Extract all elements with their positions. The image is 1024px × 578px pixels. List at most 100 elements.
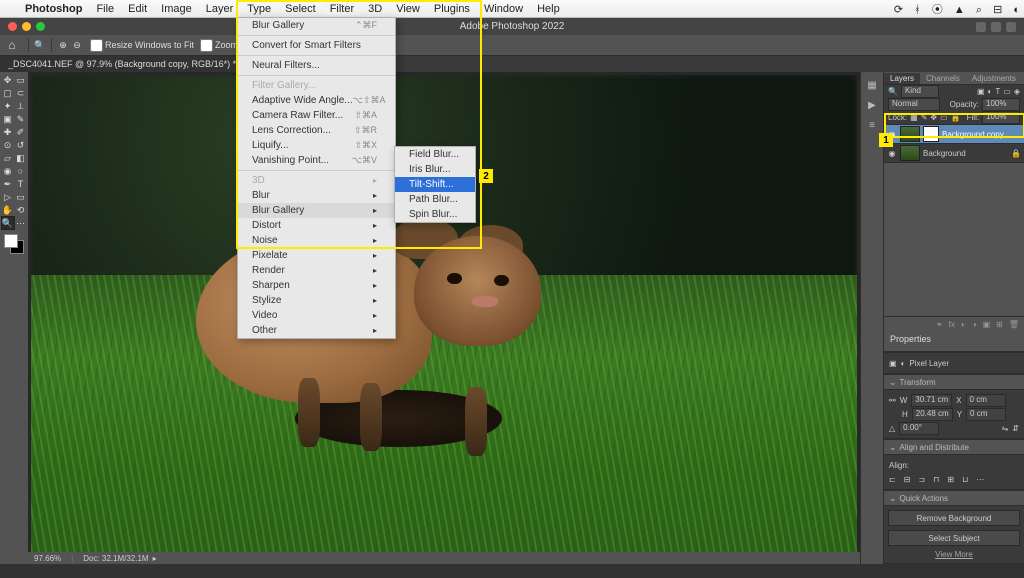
edit-toolbar[interactable]: ⋯	[15, 217, 27, 229]
mi-path-blur[interactable]: Path Blur...	[395, 192, 475, 207]
quick-actions-section[interactable]: Quick Actions	[884, 490, 1024, 505]
mi-video[interactable]: Video▸	[238, 308, 395, 323]
bluetooth-icon[interactable]: ᚼ	[910, 4, 925, 16]
group-icon[interactable]: ▣	[983, 320, 991, 329]
visibility-icon[interactable]: ◉	[887, 149, 897, 158]
resize-windows-checkbox[interactable]	[90, 39, 103, 52]
layer-thumb[interactable]	[900, 145, 920, 161]
statusbar-arrow-icon[interactable]: ▸	[153, 554, 157, 563]
mi-liquify[interactable]: Liquify...⇧⌘X	[238, 138, 395, 153]
document-tab[interactable]: _DSC4041.NEF @ 97.9% (Background copy, R…	[0, 56, 256, 72]
link-wh-icon[interactable]: ⚯	[889, 396, 896, 405]
close-window-button[interactable]	[8, 22, 17, 31]
transform-section[interactable]: Transform	[884, 374, 1024, 389]
wifi-icon[interactable]: ⦿	[928, 1, 947, 17]
layer-thumb[interactable]	[900, 126, 920, 142]
libraries-panel-icon[interactable]: ≡	[865, 118, 879, 132]
zoom-out-icon[interactable]: ⊖	[70, 40, 84, 51]
lock-pos-icon[interactable]: ✥	[930, 113, 937, 122]
volume-icon[interactable]: ▲	[950, 4, 969, 16]
filter-adj-icon[interactable]: ◐	[988, 87, 993, 96]
tab-channels[interactable]: Channels	[920, 73, 966, 84]
align-right-icon[interactable]: ⊐	[918, 475, 925, 484]
hand-tool[interactable]: ✋	[2, 204, 14, 216]
siri-icon[interactable]: ◐	[1009, 4, 1024, 16]
color-panel-icon[interactable]: ▦	[865, 78, 879, 92]
mi-vanishing-point[interactable]: Vanishing Point...⌥⌘V	[238, 153, 395, 168]
cloud-icon[interactable]	[976, 22, 986, 32]
layer-row-bg[interactable]: ◉ Background 🔒	[884, 144, 1024, 163]
rotate-tool[interactable]: ⟲	[15, 204, 27, 216]
lock-all-icon[interactable]: 🔒	[951, 113, 961, 122]
align-top-icon[interactable]: ⊓	[933, 475, 939, 484]
menu-plugins[interactable]: Plugins	[427, 3, 477, 15]
mi-neural[interactable]: Neural Filters...	[238, 58, 395, 73]
fill-input[interactable]: 100%	[982, 111, 1020, 124]
mi-iris-blur[interactable]: Iris Blur...	[395, 162, 475, 177]
gradient-tool[interactable]: ◧	[15, 152, 27, 164]
zoom-tool-icon[interactable]: 🔍	[33, 40, 47, 51]
filter-shape-icon[interactable]: ▭	[1003, 87, 1011, 96]
blur-tool[interactable]: ◉	[2, 165, 14, 177]
frame-tool[interactable]: ▣	[2, 113, 14, 125]
mi-last-filter[interactable]: Blur Gallery⌃⌘F	[238, 18, 395, 33]
zoom-tool[interactable]: 🔍	[2, 217, 14, 229]
layer-mask-thumb[interactable]	[923, 126, 939, 142]
menu-layer[interactable]: Layer	[199, 3, 241, 15]
mi-tilt-shift[interactable]: Tilt-Shift...	[395, 177, 475, 192]
flip-h-icon[interactable]: ⇋	[1002, 424, 1009, 433]
align-section[interactable]: Align and Distribute	[884, 439, 1024, 454]
control-icon[interactable]: ⊟	[989, 3, 1006, 16]
mask-icon[interactable]: ◐	[961, 320, 966, 329]
mi-convert-smart[interactable]: Convert for Smart Filters	[238, 38, 395, 53]
path-tool[interactable]: ▷	[2, 191, 14, 203]
menu-image[interactable]: Image	[154, 3, 199, 15]
menu-window[interactable]: Window	[477, 3, 530, 15]
delete-layer-icon[interactable]: 🗑	[1009, 320, 1019, 329]
y-input[interactable]: 0 cm	[966, 408, 1006, 421]
mi-lens-correction[interactable]: Lens Correction...⇧⌘R	[238, 123, 395, 138]
minimize-window-button[interactable]	[22, 22, 31, 31]
mi-pixelate[interactable]: Pixelate▸	[238, 248, 395, 263]
layer-name[interactable]: Background copy	[942, 130, 1004, 139]
search-ps-icon[interactable]	[991, 22, 1001, 32]
eraser-tool[interactable]: ▱	[2, 152, 14, 164]
menu-filter[interactable]: Filter	[323, 3, 361, 15]
mi-blur-gallery[interactable]: Blur Gallery▸	[238, 203, 395, 218]
opacity-input[interactable]: 100%	[982, 98, 1020, 111]
mi-stylize[interactable]: Stylize▸	[238, 293, 395, 308]
align-left-icon[interactable]: ⊏	[889, 475, 896, 484]
align-more-icon[interactable]: ⋯	[976, 475, 984, 484]
mi-other[interactable]: Other▸	[238, 323, 395, 338]
align-vcenter-icon[interactable]: ⊞	[947, 475, 954, 484]
artboard-tool[interactable]: ▭	[15, 74, 27, 86]
width-input[interactable]: 30.71 cm	[911, 394, 952, 407]
wand-tool[interactable]: ✦	[2, 100, 14, 112]
menu-view[interactable]: View	[389, 3, 427, 15]
dodge-tool[interactable]: ○	[15, 165, 27, 177]
doc-size[interactable]: Doc: 32.1M/32.1M	[83, 554, 148, 563]
menu-edit[interactable]: Edit	[121, 3, 154, 15]
history-panel-icon[interactable]: ▶	[865, 98, 879, 112]
stamp-tool[interactable]: ⊙	[2, 139, 14, 151]
shape-tool[interactable]: ▭	[15, 191, 27, 203]
mi-blur[interactable]: Blur▸	[238, 188, 395, 203]
heal-tool[interactable]: ✚	[2, 126, 14, 138]
app-name[interactable]: Photoshop	[18, 3, 89, 15]
properties-header[interactable]: Properties	[884, 331, 1024, 352]
filter-smart-icon[interactable]: ◈	[1014, 87, 1020, 96]
flip-v-icon[interactable]: ⇵	[1012, 424, 1019, 433]
crop-tool[interactable]: ⟂	[15, 100, 27, 112]
search-icon[interactable]: ⌕	[972, 4, 986, 17]
adjustment-icon[interactable]: ◑	[972, 320, 977, 329]
mi-adaptive-wide[interactable]: Adaptive Wide Angle...⌥⇧⌘A	[238, 93, 395, 108]
history-brush-tool[interactable]: ↺	[15, 139, 27, 151]
mi-field-blur[interactable]: Field Blur...	[395, 147, 475, 162]
menu-select[interactable]: Select	[278, 3, 323, 15]
move-tool[interactable]: ✥	[2, 74, 14, 86]
remove-bg-button[interactable]: Remove Background	[888, 510, 1020, 526]
home-button[interactable]: ⌂	[0, 38, 24, 52]
new-layer-icon[interactable]: ⊞	[996, 320, 1003, 329]
mi-render[interactable]: Render▸	[238, 263, 395, 278]
zoom-window-button[interactable]	[36, 22, 45, 31]
